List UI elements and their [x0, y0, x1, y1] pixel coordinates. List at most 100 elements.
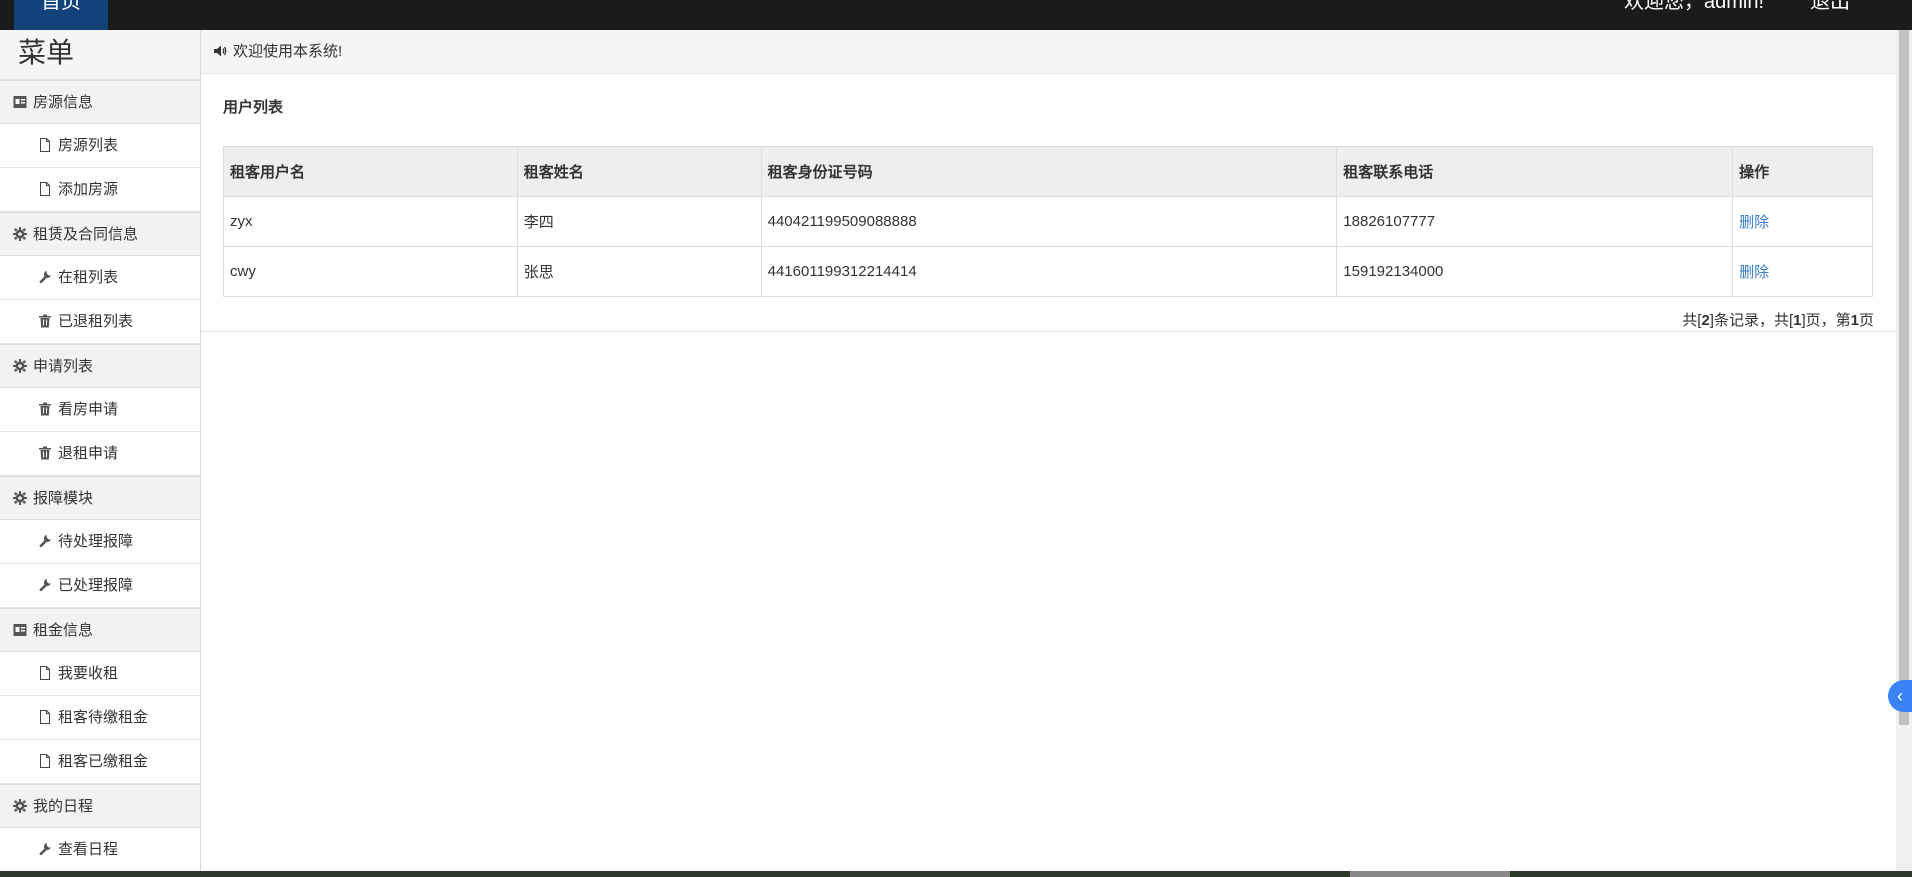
- file-icon: [40, 710, 50, 724]
- wrench-icon: [39, 535, 51, 548]
- chevron-left-icon[interactable]: ‹: [1888, 680, 1912, 712]
- table-header-row: 租客用户名 租客姓名 租客身份证号码 租客联系电话 操作: [223, 146, 1873, 197]
- sidebar-item-label: 房源列表: [58, 137, 119, 154]
- column-header-name: 租客姓名: [516, 146, 762, 197]
- pagination-summary: 共[2]条记录，共[1]页，第1页: [223, 297, 1874, 330]
- notice-text: 欢迎使用本系统!: [233, 43, 343, 60]
- wrench-icon: [39, 579, 51, 592]
- sidebar-item-label: 查看日程: [58, 841, 119, 858]
- cell-name: 张思: [516, 246, 762, 297]
- sidebar-group-label: 我的日程: [33, 798, 94, 815]
- sidebar-item-paid-rent[interactable]: 租客已缴租金: [0, 740, 200, 784]
- sidebar: 菜单 房源信息 房源列表 添加房源 租赁及合同信息 在租列表 已退租列表 申请列…: [0, 30, 201, 871]
- cell-username: zyx: [223, 196, 518, 247]
- sidebar-group-schedule[interactable]: 我的日程: [0, 784, 200, 828]
- gear-icon: [13, 799, 27, 813]
- sidebar-group-rent-info[interactable]: 租金信息: [0, 608, 200, 652]
- welcome-label: 欢迎您，admin!: [1624, 0, 1765, 13]
- cell-phone: 18826107777: [1336, 196, 1734, 247]
- volume-icon: [214, 45, 227, 57]
- user-list-panel: 用户列表 租客用户名 租客姓名 租客身份证号码 租客联系电话 操作 zyx 李四…: [201, 74, 1896, 332]
- sidebar-item-label: 添加房源: [58, 181, 119, 198]
- pager-records-suffix: ]条记录，共[: [1709, 312, 1794, 329]
- sidebar-item-label: 我要收租: [58, 665, 119, 682]
- table-row: zyx 李四 440421199509088888 18826107777 删除: [223, 196, 1873, 247]
- sidebar-item-label: 租客已缴租金: [58, 753, 149, 770]
- sidebar-title: 菜单: [0, 30, 200, 80]
- home-button[interactable]: 首页: [14, 0, 108, 30]
- pager-prefix: 共[: [1682, 312, 1702, 329]
- sidebar-item-add-house[interactable]: 添加房源: [0, 168, 200, 212]
- cell-username: cwy: [223, 246, 518, 297]
- sidebar-group-repairs[interactable]: 报障模块: [0, 476, 200, 520]
- sidebar-item-viewing-requests[interactable]: 看房申请: [0, 388, 200, 432]
- sidebar-group-label: 房源信息: [33, 94, 94, 111]
- column-header-action: 操作: [1732, 146, 1873, 197]
- logout-link[interactable]: 退出: [1810, 0, 1850, 30]
- wrench-icon: [39, 271, 51, 284]
- user-table: 租客用户名 租客姓名 租客身份证号码 租客联系电话 操作 zyx 李四 4404…: [223, 146, 1873, 297]
- sidebar-item-renting-list[interactable]: 在租列表: [0, 256, 200, 300]
- welcome-notice: 欢迎使用本系统!: [201, 30, 1896, 74]
- sidebar-item-collect-rent[interactable]: 我要收租: [0, 652, 200, 696]
- wrench-icon: [39, 843, 51, 856]
- pager-pages-suffix: ]页，第: [1801, 312, 1851, 329]
- sidebar-group-applications[interactable]: 申请列表: [0, 344, 200, 388]
- sidebar-item-label: 租客待缴租金: [58, 709, 149, 726]
- sidebar-item-label: 待处理报障: [58, 533, 134, 550]
- sidebar-item-label: 已退租列表: [58, 313, 134, 330]
- sidebar-item-unpaid-rent[interactable]: 租客待缴租金: [0, 696, 200, 740]
- sidebar-group-label: 租金信息: [33, 622, 94, 639]
- top-navbar: 首页 欢迎您，admin! 退出: [0, 0, 1912, 30]
- sidebar-group-label: 报障模块: [33, 490, 94, 507]
- horizontal-scrollbar-thumb[interactable]: [1350, 871, 1510, 877]
- id-card-icon: [13, 96, 27, 108]
- sidebar-item-checkout-requests[interactable]: 退租申请: [0, 432, 200, 476]
- column-header-username: 租客用户名: [223, 146, 518, 197]
- delete-link[interactable]: 删除: [1739, 214, 1769, 231]
- cell-phone: 159192134000: [1336, 246, 1734, 297]
- gear-icon: [13, 491, 27, 505]
- sidebar-item-checked-out-list[interactable]: 已退租列表: [0, 300, 200, 344]
- pager-total-records: 2: [1701, 312, 1710, 329]
- file-icon: [40, 754, 50, 768]
- gear-icon: [13, 359, 27, 373]
- cell-id-number: 440421199509088888: [760, 196, 1338, 247]
- file-icon: [40, 138, 50, 152]
- logout-label: 退出: [1810, 0, 1850, 13]
- delete-link[interactable]: 删除: [1739, 264, 1769, 281]
- sidebar-item-pending-repairs[interactable]: 待处理报障: [0, 520, 200, 564]
- sidebar-item-handled-repairs[interactable]: 已处理报障: [0, 564, 200, 608]
- trash-icon: [39, 446, 51, 460]
- sidebar-group-label: 申请列表: [33, 358, 94, 375]
- sidebar-item-view-schedule[interactable]: 查看日程: [0, 828, 200, 871]
- welcome-text: 欢迎您，admin!: [1624, 0, 1764, 30]
- trash-icon: [39, 314, 51, 328]
- sidebar-group-house-info[interactable]: 房源信息: [0, 80, 200, 124]
- sidebar-group-lease-contract[interactable]: 租赁及合同信息: [0, 212, 200, 256]
- pager-current-page: 1: [1850, 312, 1859, 329]
- cell-id-number: 441601199312214414: [760, 246, 1338, 297]
- file-icon: [40, 182, 50, 196]
- cell-name: 李四: [516, 196, 762, 247]
- column-header-phone: 租客联系电话: [1336, 146, 1734, 197]
- sidebar-item-label: 已处理报障: [58, 577, 134, 594]
- cell-action: 删除: [1732, 246, 1873, 297]
- vertical-scrollbar-thumb[interactable]: [1899, 30, 1909, 725]
- id-card-icon: [13, 624, 27, 636]
- trash-icon: [39, 402, 51, 416]
- gear-icon: [13, 227, 27, 241]
- main-content: 欢迎使用本系统! 用户列表 租客用户名 租客姓名 租客身份证号码 租客联系电话 …: [201, 30, 1896, 871]
- column-header-id-number: 租客身份证号码: [760, 146, 1338, 197]
- cell-action: 删除: [1732, 196, 1873, 247]
- panel-title: 用户列表: [223, 99, 284, 116]
- home-button-label: 首页: [41, 0, 81, 13]
- vertical-scrollbar[interactable]: [1896, 30, 1912, 871]
- sidebar-group-label: 租赁及合同信息: [33, 226, 139, 243]
- sidebar-item-house-list[interactable]: 房源列表: [0, 124, 200, 168]
- pager-page-suffix: 页: [1858, 312, 1874, 329]
- file-icon: [40, 666, 50, 680]
- horizontal-scrollbar[interactable]: [0, 871, 1912, 877]
- sidebar-item-label: 在租列表: [58, 269, 119, 286]
- table-row: cwy 张思 441601199312214414 159192134000 删…: [223, 246, 1873, 297]
